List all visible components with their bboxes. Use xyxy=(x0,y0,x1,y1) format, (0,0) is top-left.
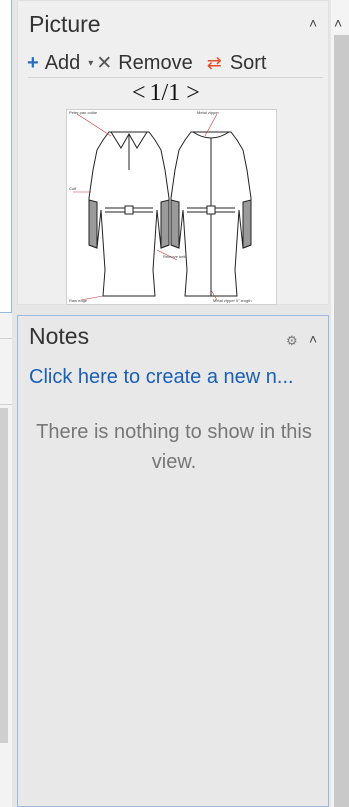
svg-text:Cuff: Cuff xyxy=(69,186,77,191)
svg-text:Raw edge: Raw edge xyxy=(69,298,88,303)
sort-button[interactable]: ⇄ Sort xyxy=(193,52,267,75)
sort-label: Sort xyxy=(229,51,267,74)
add-button[interactable]: + Add xyxy=(27,52,80,75)
prev-picture-button[interactable]: < xyxy=(132,80,146,107)
dress-sketch-image: Peter pan collar Metal zipper Cuff Remov… xyxy=(69,110,252,303)
notes-title: Notes xyxy=(29,323,90,349)
next-picture-button[interactable]: > xyxy=(186,80,200,107)
collapse-right-icon[interactable]: ˄ xyxy=(334,15,342,31)
svg-text:Peter pan collar: Peter pan collar xyxy=(69,110,98,115)
remove-label: Remove xyxy=(118,51,193,74)
chevron-down-icon[interactable]: ▾ xyxy=(88,58,93,69)
collapse-notes-icon[interactable]: ˄ xyxy=(309,331,317,347)
picture-section: Picture ˄ + Add ▾ ✕ Remove ⇄ Sort < 1/1 … xyxy=(17,0,329,305)
left-divider xyxy=(0,338,12,339)
page-indicator: 1/1 xyxy=(149,80,181,106)
collapse-picture-icon[interactable]: ˄ xyxy=(309,15,317,31)
right-panel-edge: ˄ xyxy=(331,0,349,807)
left-divider xyxy=(0,404,12,405)
notes-section: Notes ⚙ ˄ Click here to create a new n..… xyxy=(17,315,329,807)
plus-icon: + xyxy=(27,51,39,74)
picture-thumbnail[interactable]: Peter pan collar Metal zipper Cuff Remov… xyxy=(66,109,277,305)
side-panels: Picture ˄ + Add ▾ ✕ Remove ⇄ Sort < 1/1 … xyxy=(17,0,329,807)
empty-notes-message: There is nothing to show in this view. xyxy=(36,421,312,473)
left-scrollbar[interactable] xyxy=(0,408,8,743)
left-panel-edge xyxy=(0,0,12,313)
create-note-link[interactable]: Click here to create a new n... xyxy=(29,366,319,389)
sort-icon: ⇄ xyxy=(206,52,222,73)
remove-button[interactable]: ✕ Remove xyxy=(96,52,192,75)
svg-text:Metal zipper: Metal zipper xyxy=(197,110,219,115)
svg-text:Remove belt: Remove belt xyxy=(163,254,186,259)
toolbar-divider xyxy=(28,77,323,78)
close-icon: ✕ xyxy=(96,52,113,74)
svg-text:Metal zipper 5" length: Metal zipper 5" length xyxy=(213,298,252,303)
picture-title: Picture xyxy=(29,11,101,37)
settings-icon[interactable]: ⚙ xyxy=(286,333,298,349)
right-scrollbar[interactable] xyxy=(334,35,349,807)
add-label: Add xyxy=(44,51,81,74)
picture-pager: < 1/1 > xyxy=(132,80,200,107)
picture-toolbar: + Add ▾ ✕ Remove ⇄ Sort xyxy=(27,49,267,77)
